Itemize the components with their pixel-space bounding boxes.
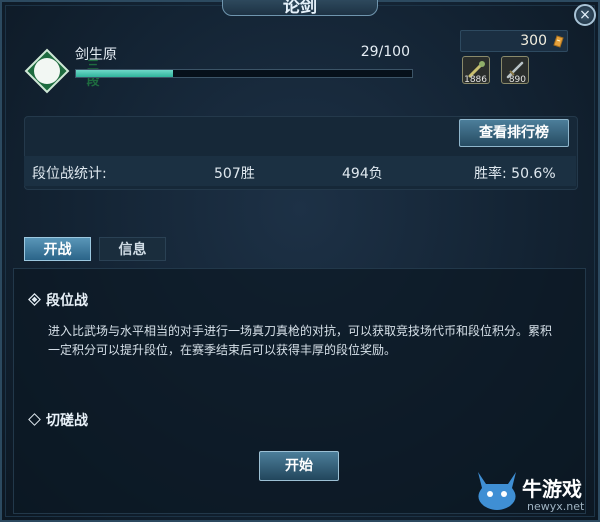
stats-label: 段位战统计: bbox=[32, 166, 107, 182]
close-button[interactable]: × bbox=[574, 4, 596, 26]
start-button[interactable]: 开始 bbox=[259, 451, 339, 481]
radio-unselected-icon bbox=[28, 413, 41, 426]
rank-badge-icon: 三 段 bbox=[24, 48, 100, 94]
stats-wins: 507胜 bbox=[214, 166, 255, 182]
player-name: 剑生原 bbox=[75, 47, 117, 63]
stats-losses: 494负 bbox=[342, 166, 383, 182]
leaderboard-button[interactable]: 查看排行榜 bbox=[459, 119, 569, 147]
watermark-logo-icon bbox=[478, 472, 516, 510]
mode-ranked-description: 进入比武场与水平相当的对手进行一场真刀真枪的对抗，可以获取竞技场代币和段位积分。… bbox=[48, 324, 553, 357]
radio-selected-icon bbox=[28, 293, 41, 306]
currency-display: 300 bbox=[460, 30, 568, 52]
watermark-name: 牛游戏 bbox=[522, 477, 582, 501]
tab-battle[interactable]: 开战 bbox=[24, 237, 91, 261]
currency-amount: 300 bbox=[520, 33, 547, 49]
stats-win-rate: 胜率: 50.6% bbox=[474, 166, 556, 182]
arena-window: 论剑 × 三 段 剑生原 29/100 300 1886 890 查看排行榜 段… bbox=[0, 0, 600, 522]
gold-coin-icon bbox=[553, 35, 564, 48]
mode-ranked-option[interactable]: 段位战 bbox=[28, 290, 88, 310]
stats-row: 段位战统计: 507胜 494负 胜率: 50.6% bbox=[24, 156, 576, 186]
item-slot-sword[interactable]: 890 bbox=[501, 56, 529, 85]
mode-ranked-label: 段位战 bbox=[46, 293, 88, 309]
tab-info[interactable]: 信息 bbox=[99, 237, 166, 261]
mode-sparring-label: 切磋战 bbox=[46, 413, 88, 429]
mode-sparring-option[interactable]: 切磋战 bbox=[28, 410, 88, 430]
item-count: 890 bbox=[508, 75, 526, 85]
window-title: 论剑 bbox=[222, 0, 378, 17]
rank-progress-text: 29/100 bbox=[360, 44, 410, 60]
rank-progress-bar bbox=[75, 69, 413, 78]
watermark-url: newyx.net bbox=[527, 500, 585, 513]
item-count: 1886 bbox=[464, 75, 487, 85]
rank-progress-fill bbox=[76, 70, 174, 77]
item-slot-scroll[interactable]: 1886 bbox=[462, 56, 490, 85]
